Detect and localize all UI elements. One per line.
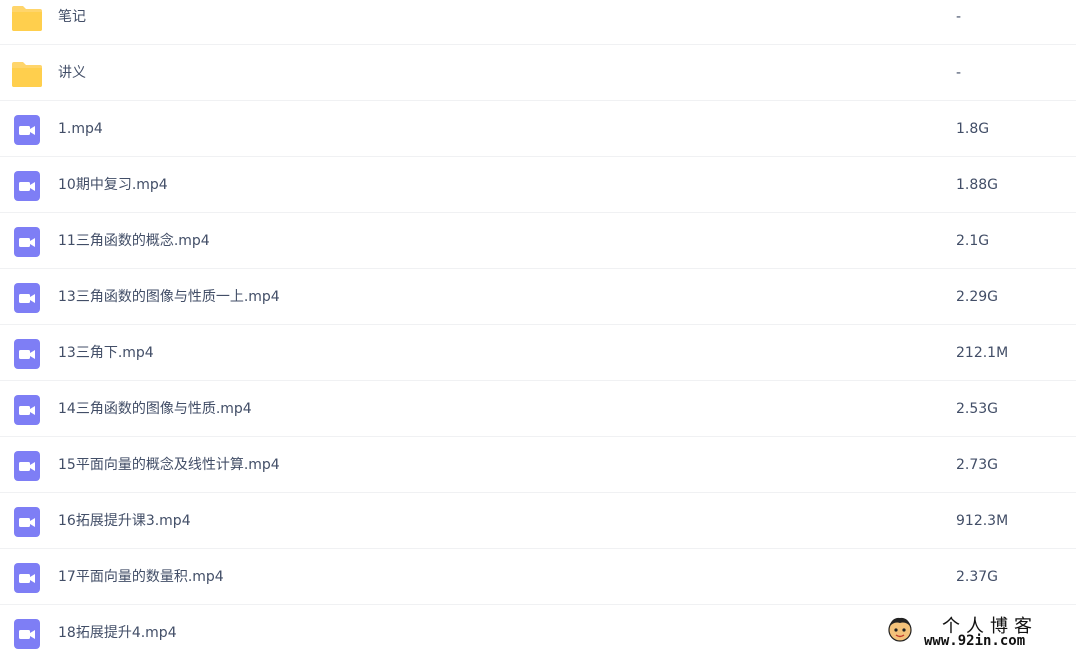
video-file-icon xyxy=(11,114,43,146)
file-size: - xyxy=(956,65,962,81)
folder-icon xyxy=(11,58,43,90)
file-size: 1.88G xyxy=(956,177,999,193)
file-size: 2.37G xyxy=(956,569,999,585)
file-name[interactable]: 10期中复习.mp4 xyxy=(58,157,168,213)
file-size: 2.1G xyxy=(956,233,990,249)
video-file-icon xyxy=(11,338,43,370)
watermark-url: www.92in.com xyxy=(924,633,1026,649)
file-row-video[interactable]: 1.mp4 1.8G xyxy=(0,101,1076,157)
file-row-video[interactable]: 10期中复习.mp4 1.88G xyxy=(0,157,1076,213)
file-size: 2.53G xyxy=(956,401,999,417)
file-row-video[interactable]: 16拓展提升课3.mp4 912.3M xyxy=(0,493,1076,549)
file-row-video[interactable]: 13三角函数的图像与性质一上.mp4 2.29G xyxy=(0,269,1076,325)
file-name[interactable]: 11三角函数的概念.mp4 xyxy=(58,213,210,269)
file-row-video[interactable]: 13三角下.mp4 212.1M xyxy=(0,325,1076,381)
file-name[interactable]: 13三角下.mp4 xyxy=(58,325,154,381)
video-file-icon xyxy=(11,506,43,538)
video-file-icon xyxy=(11,450,43,482)
file-size: 912.3M xyxy=(956,513,1009,529)
file-name[interactable]: 讲义 xyxy=(58,45,86,101)
file-row-folder[interactable]: 笔记 - xyxy=(0,0,1076,45)
file-list: 笔记 - 讲义 - 1.mp4 1.8G 10期中复习.mp4 1.88G 11… xyxy=(0,0,1076,661)
file-name[interactable]: 笔记 xyxy=(58,0,86,45)
video-file-icon xyxy=(11,562,43,594)
file-size: 1.8G xyxy=(956,121,990,137)
file-size: - xyxy=(956,9,962,25)
file-row-video[interactable]: 15平面向量的概念及线性计算.mp4 2.73G xyxy=(0,437,1076,493)
video-file-icon xyxy=(11,394,43,426)
file-name[interactable]: 14三角函数的图像与性质.mp4 xyxy=(58,381,252,437)
file-row-video[interactable]: 17平面向量的数量积.mp4 2.37G xyxy=(0,549,1076,605)
file-name[interactable]: 18拓展提升4.mp4 xyxy=(58,605,177,661)
video-file-icon xyxy=(11,170,43,202)
file-name[interactable]: 1.mp4 xyxy=(58,101,103,157)
video-file-icon xyxy=(11,282,43,314)
file-name[interactable]: 13三角函数的图像与性质一上.mp4 xyxy=(58,269,280,325)
file-size: 212.1M xyxy=(956,345,1009,361)
file-row-folder[interactable]: 讲义 - xyxy=(0,45,1076,101)
folder-icon xyxy=(11,2,43,34)
video-file-icon xyxy=(11,618,43,650)
file-size: 2.29G xyxy=(956,289,999,305)
video-file-icon xyxy=(11,226,43,258)
file-name[interactable]: 15平面向量的概念及线性计算.mp4 xyxy=(58,437,280,493)
file-row-video[interactable]: 11三角函数的概念.mp4 2.1G xyxy=(0,213,1076,269)
file-name[interactable]: 17平面向量的数量积.mp4 xyxy=(58,549,224,605)
file-size: 2.73G xyxy=(956,457,999,473)
file-name[interactable]: 16拓展提升课3.mp4 xyxy=(58,493,191,549)
watermark: 个人博客 www.92in.com xyxy=(884,611,1076,654)
cartoon-face-icon xyxy=(886,615,914,643)
file-row-video[interactable]: 14三角函数的图像与性质.mp4 2.53G xyxy=(0,381,1076,437)
